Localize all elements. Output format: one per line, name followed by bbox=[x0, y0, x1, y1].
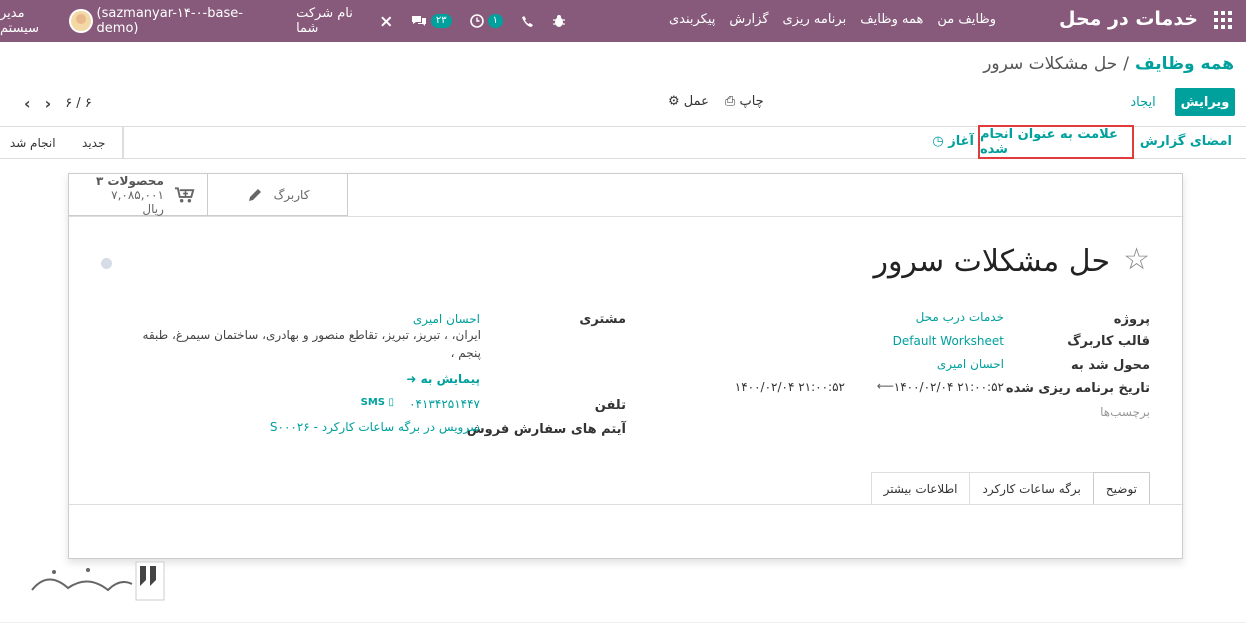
mobile-icon: ▯ bbox=[388, 397, 394, 408]
phone-label: تلفن bbox=[594, 398, 626, 413]
assignee-label: محول شد به bbox=[1071, 358, 1150, 373]
navigate-link[interactable]: ➜ پیمایش به bbox=[406, 372, 480, 386]
database-name: (sazmanyar-۱۴-۰-base-demo) bbox=[96, 6, 243, 36]
divider bbox=[0, 622, 1246, 623]
company-switcher[interactable]: نام شرکت شما bbox=[296, 6, 393, 36]
worksheet-template-label: قالب کاربرگ bbox=[1067, 334, 1150, 349]
apps-menu-icon[interactable] bbox=[1214, 11, 1232, 29]
clock-icon bbox=[469, 14, 484, 28]
company-name: نام شرکت شما bbox=[296, 6, 353, 36]
action-menu[interactable]: ⚙ عمل bbox=[668, 94, 709, 109]
action-label: عمل bbox=[683, 94, 709, 109]
phone-icon[interactable] bbox=[521, 15, 534, 28]
pager-value[interactable]: ۶ / ۶ bbox=[65, 96, 92, 111]
pager: ‹ › ۶ / ۶ bbox=[24, 94, 92, 113]
menu-all-tasks[interactable]: همه وظایف bbox=[860, 12, 923, 27]
record-title: حل مشکلات سرور bbox=[873, 244, 1110, 279]
stage-new[interactable]: جدید bbox=[65, 127, 123, 158]
breadcrumb: همه وظایف / حل مشکلات سرور bbox=[983, 54, 1234, 74]
print-icon: ⎙ bbox=[724, 94, 736, 109]
clock-icon: ◷ bbox=[932, 134, 944, 149]
sale-item-value[interactable]: S۰۰۰۲۶ - سرویس در برگه ساعات کارکرد bbox=[270, 420, 480, 434]
comments-icon bbox=[411, 16, 426, 26]
menu-reporting[interactable]: گزارش bbox=[729, 12, 768, 27]
sms-label: SMS bbox=[360, 397, 385, 408]
customer-address: ایران، ، تبریز، تبریز، تقاطع منصور و بها… bbox=[142, 328, 481, 360]
project-value[interactable]: خدمات درب محل bbox=[916, 310, 1004, 324]
user-menu[interactable]: مدیر سیستم (sazmanyar-۱۴-۰-base-demo) bbox=[0, 6, 278, 36]
watermark-logo bbox=[31, 561, 165, 601]
products-button[interactable]: ۳ محصولات ۷,۰۸۵,۰۰۱ ریال bbox=[69, 174, 208, 216]
breadcrumb-all-tasks[interactable]: همه وظایف bbox=[1135, 54, 1234, 74]
user-name: مدیر سیستم bbox=[0, 6, 39, 36]
edit-button[interactable]: ویرایش bbox=[1175, 88, 1235, 116]
main-menu: وظایف من همه وظایف برنامه ریزی گزارش پیک… bbox=[669, 12, 996, 27]
breadcrumb-separator: / bbox=[1123, 54, 1129, 74]
print-label: چاپ bbox=[739, 94, 764, 109]
chevron-left-icon[interactable]: ‹ bbox=[24, 94, 31, 113]
menu-planning[interactable]: برنامه ریزی bbox=[783, 12, 847, 27]
menu-configuration[interactable]: پیکربندی bbox=[669, 12, 715, 27]
customer-label: مشتری bbox=[579, 312, 626, 327]
cart-plus-icon bbox=[174, 187, 195, 203]
menu-my-tasks[interactable]: وظایف من bbox=[937, 12, 996, 27]
chevron-right-icon[interactable]: › bbox=[45, 94, 52, 113]
notebook-tabs: توضیح برگه ساعات کارکرد اطلاعات بیشتر bbox=[870, 472, 1150, 504]
form-sheet: ۳ محصولات ۷,۰۸۵,۰۰۱ ریال کاربرگ ☆ حل مشک… bbox=[68, 173, 1184, 559]
products-amount: ۷,۰۸۵,۰۰۱ ریال bbox=[111, 188, 164, 216]
toolbar: ⎙ چاپ ⚙ عمل bbox=[668, 94, 764, 109]
tools-icon bbox=[381, 15, 392, 27]
create-button[interactable]: ایجاد bbox=[1120, 88, 1166, 116]
avatar bbox=[69, 9, 93, 33]
mark-as-done-button[interactable]: علامت به عنوان انجام شده bbox=[978, 125, 1134, 159]
arrow-right-icon: ➜ bbox=[406, 372, 417, 386]
systray: ۱ ۲۳ نام شرکت شما مدیر سیستم (sazmanyar-… bbox=[0, 0, 566, 42]
start-button[interactable]: ◷ آغاز bbox=[932, 134, 974, 149]
activity-menu[interactable]: ۱ bbox=[469, 14, 503, 28]
bug-icon[interactable] bbox=[552, 14, 566, 28]
tab-extra-info[interactable]: اطلاعات بیشتر bbox=[870, 472, 971, 504]
sign-report-button[interactable]: امضای گزارش bbox=[1140, 134, 1232, 149]
planned-end-value[interactable]: ۱۴۰۰/۰۲/۰۴ ۲۱:۰۰:۵۲ bbox=[735, 380, 845, 394]
worksheet-template-value[interactable]: Default Worksheet bbox=[893, 334, 1004, 348]
stage-done[interactable]: انجام شد bbox=[0, 127, 65, 158]
worksheet-button[interactable]: کاربرگ bbox=[208, 174, 348, 216]
button-box: ۳ محصولات ۷,۰۸۵,۰۰۱ ریال کاربرگ bbox=[69, 174, 348, 216]
worksheet-label: کاربرگ bbox=[273, 188, 310, 202]
stage-bar: انجام شد جدید bbox=[0, 127, 124, 158]
customer-name[interactable]: احسان امیری bbox=[413, 312, 480, 326]
gear-icon: ⚙ bbox=[668, 94, 680, 109]
divider bbox=[69, 504, 1184, 505]
arrow-left-icon: ⟵ bbox=[876, 379, 894, 393]
pencil-icon bbox=[248, 189, 261, 201]
products-stat: ۳ محصولات ۷,۰۸۵,۰۰۱ ریال bbox=[89, 174, 164, 216]
sms-button[interactable]: SMS ▯ bbox=[361, 397, 394, 408]
print-menu[interactable]: ⎙ چاپ bbox=[725, 94, 764, 109]
tab-description[interactable]: توضیح bbox=[1092, 472, 1150, 504]
products-count: ۳ محصولات bbox=[95, 174, 164, 188]
kanban-state-icon[interactable] bbox=[101, 258, 112, 269]
phone-value[interactable]: ۰۴۱۳۴۲۵۱۴۴۷ bbox=[409, 397, 480, 411]
tab-timesheets[interactable]: برگه ساعات کارکرد bbox=[969, 472, 1094, 504]
messages-badge: ۲۳ bbox=[430, 14, 452, 28]
sale-item-label: آیتم های سفارش فروش bbox=[466, 422, 626, 437]
tags-field[interactable]: برچسب‌ها bbox=[1100, 405, 1150, 419]
start-label: آغاز bbox=[948, 134, 974, 149]
star-icon[interactable]: ☆ bbox=[1123, 242, 1150, 277]
planned-start-value[interactable]: ۱۴۰۰/۰۲/۰۴ ۲۱:۰۰:۵۲ bbox=[894, 380, 1004, 394]
planned-date-label: تاریخ برنامه ریزی شده bbox=[1005, 381, 1150, 396]
project-label: پروژه bbox=[1113, 312, 1150, 327]
app-brand[interactable]: خدمات در محل bbox=[1059, 8, 1198, 30]
assignee-value[interactable]: احسان امیری bbox=[937, 357, 1004, 371]
breadcrumb-current: حل مشکلات سرور bbox=[983, 54, 1118, 74]
top-navbar: خدمات در محل وظایف من همه وظایف برنامه ر… bbox=[0, 0, 1246, 42]
messaging-menu[interactable]: ۲۳ bbox=[411, 14, 452, 28]
navigate-label: پیمایش به bbox=[420, 372, 480, 386]
activity-badge: ۱ bbox=[487, 14, 503, 28]
divider bbox=[69, 216, 1184, 217]
